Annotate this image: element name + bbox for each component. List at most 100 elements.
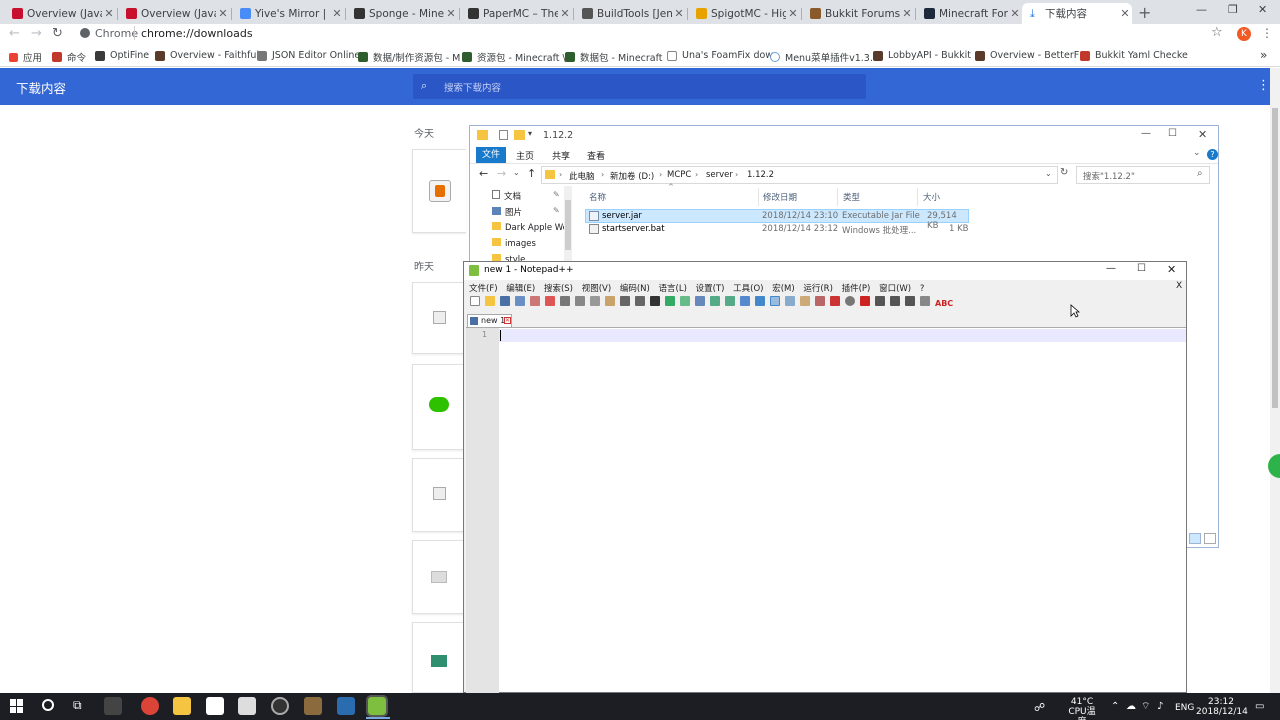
steam-app-icon[interactable] <box>271 697 289 715</box>
breadcrumb-version[interactable]: 1.12.2 <box>747 170 774 180</box>
indent-guide-icon[interactable] <box>770 296 780 306</box>
menu-help[interactable]: ? <box>920 284 925 294</box>
file-explorer-app-icon[interactable] <box>173 697 191 715</box>
download-card[interactable] <box>412 622 466 693</box>
up-arrow-icon[interactable]: ↑ <box>527 167 536 180</box>
cloud-icon[interactable]: ☁ <box>1126 702 1136 712</box>
close-icon[interactable]: ✕ <box>900 7 914 20</box>
volume-icon[interactable]: ♪ <box>1157 702 1163 712</box>
menu-settings[interactable]: 设置(T) <box>696 284 725 294</box>
forward-arrow-icon[interactable]: → <box>497 167 506 180</box>
close-icon[interactable]: ✕ <box>558 7 572 20</box>
explorer-maximize-button[interactable]: ☐ <box>1168 128 1177 139</box>
menu-file[interactable]: 文件(F) <box>469 284 498 294</box>
file-row[interactable]: startserver.bat 2018/12/14 23:12 Windows… <box>585 223 969 237</box>
bookmarks-overflow-icon[interactable]: » <box>1260 48 1267 62</box>
close-all-icon[interactable] <box>545 296 555 306</box>
record-macro-icon[interactable] <box>845 296 855 306</box>
vmware-app-icon[interactable] <box>337 697 355 715</box>
doc-map-icon[interactable] <box>785 296 795 306</box>
replace-icon[interactable] <box>665 296 675 306</box>
menu-plugins[interactable]: 插件(P) <box>842 284 871 294</box>
wifi-icon[interactable]: ⌔ <box>1141 702 1150 712</box>
stop-record-icon[interactable] <box>860 296 870 306</box>
close-icon[interactable]: ✕ <box>672 7 686 20</box>
refresh-icon[interactable]: ↻ <box>1060 167 1068 178</box>
chrome-menu-icon[interactable]: ⋮ <box>1261 26 1273 40</box>
address-bar[interactable]: › 此电脑 › 新加卷 (D:) › MCPC › server › 1.12.… <box>541 166 1058 184</box>
clock[interactable]: 23:12 2018/12/14 <box>1196 697 1248 717</box>
menu-edit[interactable]: 编辑(E) <box>506 284 535 294</box>
column-header-name[interactable]: 名称 <box>589 191 606 203</box>
plugin-icon[interactable] <box>920 296 930 306</box>
tab-bukkit-forums[interactable]: Bukkit Forums ✕ <box>802 3 914 24</box>
large-icons-view-icon[interactable] <box>1204 533 1216 544</box>
notification-icon[interactable]: ▭ <box>1255 702 1264 712</box>
paste-icon[interactable] <box>605 296 615 306</box>
new-file-icon[interactable] <box>470 296 480 306</box>
explorer-minimize-button[interactable]: — <box>1141 128 1151 139</box>
minecraft-app-icon[interactable] <box>304 697 322 715</box>
nav-item-pictures[interactable]: 图片 <box>492 206 522 218</box>
download-card[interactable] <box>412 458 466 532</box>
menu-search[interactable]: 搜索(S) <box>544 284 573 294</box>
explorer-search-input[interactable]: 搜索"1.12.2" ⌕ <box>1076 166 1210 184</box>
tab-downloads[interactable]: ⤓ 下载内容 ✕ <box>1022 3 1132 24</box>
qat-dropdown-icon[interactable]: ▾ <box>528 129 532 138</box>
save-all-icon[interactable] <box>515 296 525 306</box>
breadcrumb-drive[interactable]: 新加卷 (D:) <box>610 170 654 182</box>
close-icon[interactable]: ✕ <box>330 7 344 20</box>
show-all-chars-icon[interactable] <box>755 296 765 306</box>
breadcrumb-server[interactable]: server <box>706 170 733 180</box>
search-icon[interactable] <box>42 699 54 711</box>
menu-encoding[interactable]: 编码(N) <box>620 284 650 294</box>
new-tab-button[interactable]: + <box>1138 3 1151 22</box>
nav-item-images[interactable]: images <box>492 238 536 249</box>
open-file-icon[interactable] <box>485 296 495 306</box>
download-card[interactable] <box>412 364 466 450</box>
pin-icon[interactable]: ✎ <box>553 206 560 215</box>
tab-sponge[interactable]: Sponge - Minecra...✕ <box>346 3 458 24</box>
reload-icon[interactable]: ↻ <box>52 26 63 41</box>
explorer-close-button[interactable]: ✕ <box>1198 128 1207 141</box>
cpu-temperature-widget[interactable]: 41°CCPU温度 <box>1064 697 1100 720</box>
run-macro-multiple-icon[interactable] <box>890 296 900 306</box>
undo-icon[interactable] <box>620 296 630 306</box>
editor-area[interactable]: 1 <box>466 327 1186 693</box>
cut-icon[interactable] <box>575 296 585 306</box>
profile-avatar[interactable]: K <box>1237 27 1251 41</box>
close-tab-icon[interactable]: ✕ <box>504 317 511 324</box>
downloads-menu-icon[interactable]: ⋮ <box>1257 78 1270 93</box>
network-status-icon[interactable]: ☍ <box>1034 702 1045 713</box>
chrome-app-icon[interactable] <box>141 697 159 715</box>
zoom-in-icon[interactable] <box>680 296 690 306</box>
npp-close-button[interactable]: ✕ <box>1167 263 1176 276</box>
save-icon[interactable] <box>500 296 510 306</box>
address-dropdown-icon[interactable]: ⌄ <box>1045 169 1052 178</box>
windows-start-icon[interactable] <box>10 699 24 713</box>
print-icon[interactable] <box>560 296 570 306</box>
address-url[interactable]: chrome://downloads <box>141 27 253 40</box>
breadcrumb-mcpc[interactable]: MCPC <box>667 170 691 180</box>
bookmark-commands[interactable]: 命令 <box>52 50 86 64</box>
save-macro-icon[interactable] <box>905 296 915 306</box>
bookmark-json-editor[interactable]: JSON Editor Online <box>257 50 360 61</box>
input-language[interactable]: ENG <box>1175 703 1194 713</box>
spellcheck-icon[interactable]: ABC <box>935 299 953 308</box>
close-document-button[interactable]: X <box>1176 281 1182 291</box>
column-header-date[interactable]: 修改日期 <box>763 191 797 203</box>
bookmark-menu-plugin[interactable]: Menu菜单插件v1.3. <box>770 50 873 64</box>
playback-icon[interactable] <box>875 296 885 306</box>
menu-run[interactable]: 运行(R) <box>803 284 833 294</box>
tab-spigotmc[interactable]: SpigotMC - High ...✕ <box>688 3 800 24</box>
scrollbar-thumb[interactable] <box>565 200 571 250</box>
nav-item-dark-apple[interactable]: Dark Apple We <box>492 222 568 233</box>
store-app-icon[interactable] <box>206 697 224 715</box>
monitoring-icon[interactable] <box>830 296 840 306</box>
ribbon-expand-icon[interactable]: ⌄ <box>1193 148 1201 158</box>
ribbon-tab-home[interactable]: 主页 <box>516 149 534 162</box>
properties-icon[interactable] <box>499 130 508 140</box>
tab-minecraft-forge[interactable]: Minecraft Forge✕ <box>916 3 1022 24</box>
page-scrollbar[interactable] <box>1270 68 1280 693</box>
mail-app-icon[interactable] <box>238 697 256 715</box>
